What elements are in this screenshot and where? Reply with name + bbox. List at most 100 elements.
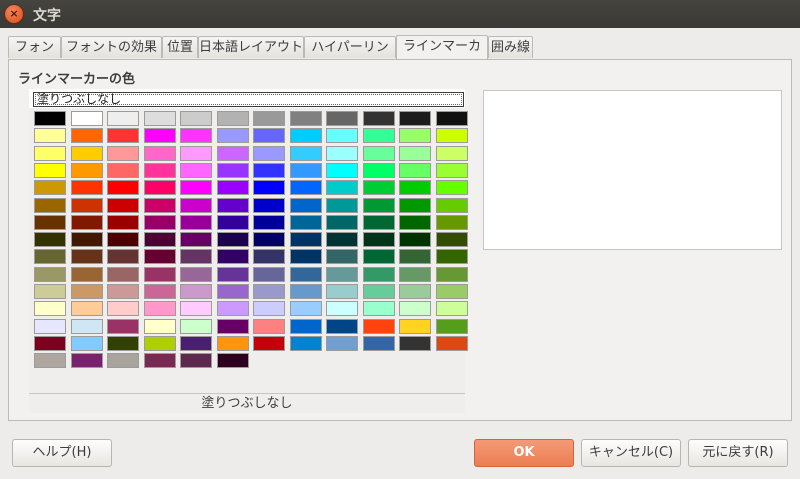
- color-swatch[interactable]: [71, 198, 103, 213]
- color-swatch[interactable]: [399, 284, 431, 299]
- color-swatch[interactable]: [363, 267, 395, 282]
- color-swatch[interactable]: [399, 319, 431, 334]
- color-swatch[interactable]: [399, 163, 431, 178]
- color-swatch[interactable]: [436, 267, 468, 282]
- color-swatch[interactable]: [34, 232, 66, 247]
- color-swatch[interactable]: [436, 284, 468, 299]
- color-swatch[interactable]: [107, 336, 139, 351]
- tab-font-effects[interactable]: フォントの効果: [61, 36, 162, 58]
- color-swatch[interactable]: [71, 111, 103, 126]
- color-swatch[interactable]: [180, 180, 212, 195]
- color-swatch[interactable]: [107, 267, 139, 282]
- color-swatch[interactable]: [399, 249, 431, 264]
- color-swatch[interactable]: [71, 128, 103, 143]
- color-swatch[interactable]: [34, 180, 66, 195]
- color-swatch[interactable]: [217, 249, 249, 264]
- color-swatch[interactable]: [107, 319, 139, 334]
- color-swatch[interactable]: [326, 232, 358, 247]
- color-swatch[interactable]: [71, 319, 103, 334]
- color-swatch[interactable]: [144, 267, 176, 282]
- color-swatch[interactable]: [107, 111, 139, 126]
- color-swatch[interactable]: [399, 215, 431, 230]
- color-swatch[interactable]: [217, 267, 249, 282]
- color-swatch[interactable]: [326, 146, 358, 161]
- color-swatch[interactable]: [34, 336, 66, 351]
- color-swatch[interactable]: [107, 301, 139, 316]
- color-swatch[interactable]: [253, 163, 285, 178]
- color-swatch[interactable]: [217, 301, 249, 316]
- color-swatch[interactable]: [290, 215, 322, 230]
- color-swatch[interactable]: [180, 319, 212, 334]
- color-swatch[interactable]: [144, 215, 176, 230]
- cancel-button[interactable]: キャンセル(C): [581, 439, 681, 467]
- no-fill-option[interactable]: 塗りつぶしなし: [33, 92, 464, 107]
- color-swatch[interactable]: [290, 146, 322, 161]
- color-swatch[interactable]: [326, 267, 358, 282]
- color-swatch[interactable]: [144, 353, 176, 368]
- color-swatch[interactable]: [399, 232, 431, 247]
- color-swatch[interactable]: [399, 336, 431, 351]
- color-swatch[interactable]: [363, 232, 395, 247]
- color-swatch[interactable]: [107, 284, 139, 299]
- color-swatch[interactable]: [399, 301, 431, 316]
- color-swatch[interactable]: [144, 146, 176, 161]
- color-swatch[interactable]: [253, 128, 285, 143]
- color-swatch[interactable]: [144, 180, 176, 195]
- color-swatch[interactable]: [144, 249, 176, 264]
- color-swatch[interactable]: [217, 353, 249, 368]
- color-swatch[interactable]: [34, 198, 66, 213]
- color-swatch[interactable]: [290, 284, 322, 299]
- color-swatch[interactable]: [217, 215, 249, 230]
- color-swatch[interactable]: [363, 146, 395, 161]
- color-swatch[interactable]: [71, 301, 103, 316]
- close-icon[interactable]: ×: [5, 5, 23, 23]
- color-swatch[interactable]: [290, 128, 322, 143]
- color-swatch[interactable]: [436, 232, 468, 247]
- color-swatch[interactable]: [326, 111, 358, 126]
- color-swatch[interactable]: [399, 128, 431, 143]
- color-swatch[interactable]: [326, 336, 358, 351]
- color-swatch[interactable]: [217, 128, 249, 143]
- color-swatch[interactable]: [326, 163, 358, 178]
- color-swatch[interactable]: [107, 128, 139, 143]
- color-swatch[interactable]: [399, 146, 431, 161]
- color-swatch[interactable]: [363, 180, 395, 195]
- color-swatch[interactable]: [363, 319, 395, 334]
- color-swatch[interactable]: [34, 267, 66, 282]
- color-swatch[interactable]: [34, 353, 66, 368]
- tab-asian-layout[interactable]: 日本語レイアウト: [198, 36, 304, 58]
- color-swatch[interactable]: [399, 180, 431, 195]
- color-swatch[interactable]: [253, 111, 285, 126]
- color-swatch[interactable]: [34, 146, 66, 161]
- color-swatch[interactable]: [71, 249, 103, 264]
- tab-position[interactable]: 位置: [162, 36, 198, 58]
- color-swatch[interactable]: [180, 146, 212, 161]
- color-swatch[interactable]: [180, 267, 212, 282]
- color-swatch[interactable]: [71, 284, 103, 299]
- color-swatch[interactable]: [217, 232, 249, 247]
- color-swatch[interactable]: [290, 336, 322, 351]
- color-swatch[interactable]: [326, 215, 358, 230]
- color-swatch[interactable]: [290, 163, 322, 178]
- color-swatch[interactable]: [34, 301, 66, 316]
- color-swatch[interactable]: [217, 180, 249, 195]
- color-swatch[interactable]: [71, 180, 103, 195]
- color-swatch[interactable]: [180, 163, 212, 178]
- color-swatch[interactable]: [253, 146, 285, 161]
- color-swatch[interactable]: [144, 128, 176, 143]
- color-swatch[interactable]: [436, 249, 468, 264]
- color-swatch[interactable]: [107, 146, 139, 161]
- color-swatch[interactable]: [217, 319, 249, 334]
- color-swatch[interactable]: [180, 111, 212, 126]
- color-swatch[interactable]: [253, 198, 285, 213]
- color-swatch[interactable]: [253, 301, 285, 316]
- color-swatch[interactable]: [326, 301, 358, 316]
- color-swatch[interactable]: [71, 336, 103, 351]
- color-swatch[interactable]: [363, 128, 395, 143]
- color-swatch[interactable]: [290, 232, 322, 247]
- color-swatch[interactable]: [71, 215, 103, 230]
- color-swatch[interactable]: [180, 232, 212, 247]
- color-swatch[interactable]: [217, 284, 249, 299]
- color-swatch[interactable]: [326, 249, 358, 264]
- color-swatch[interactable]: [363, 336, 395, 351]
